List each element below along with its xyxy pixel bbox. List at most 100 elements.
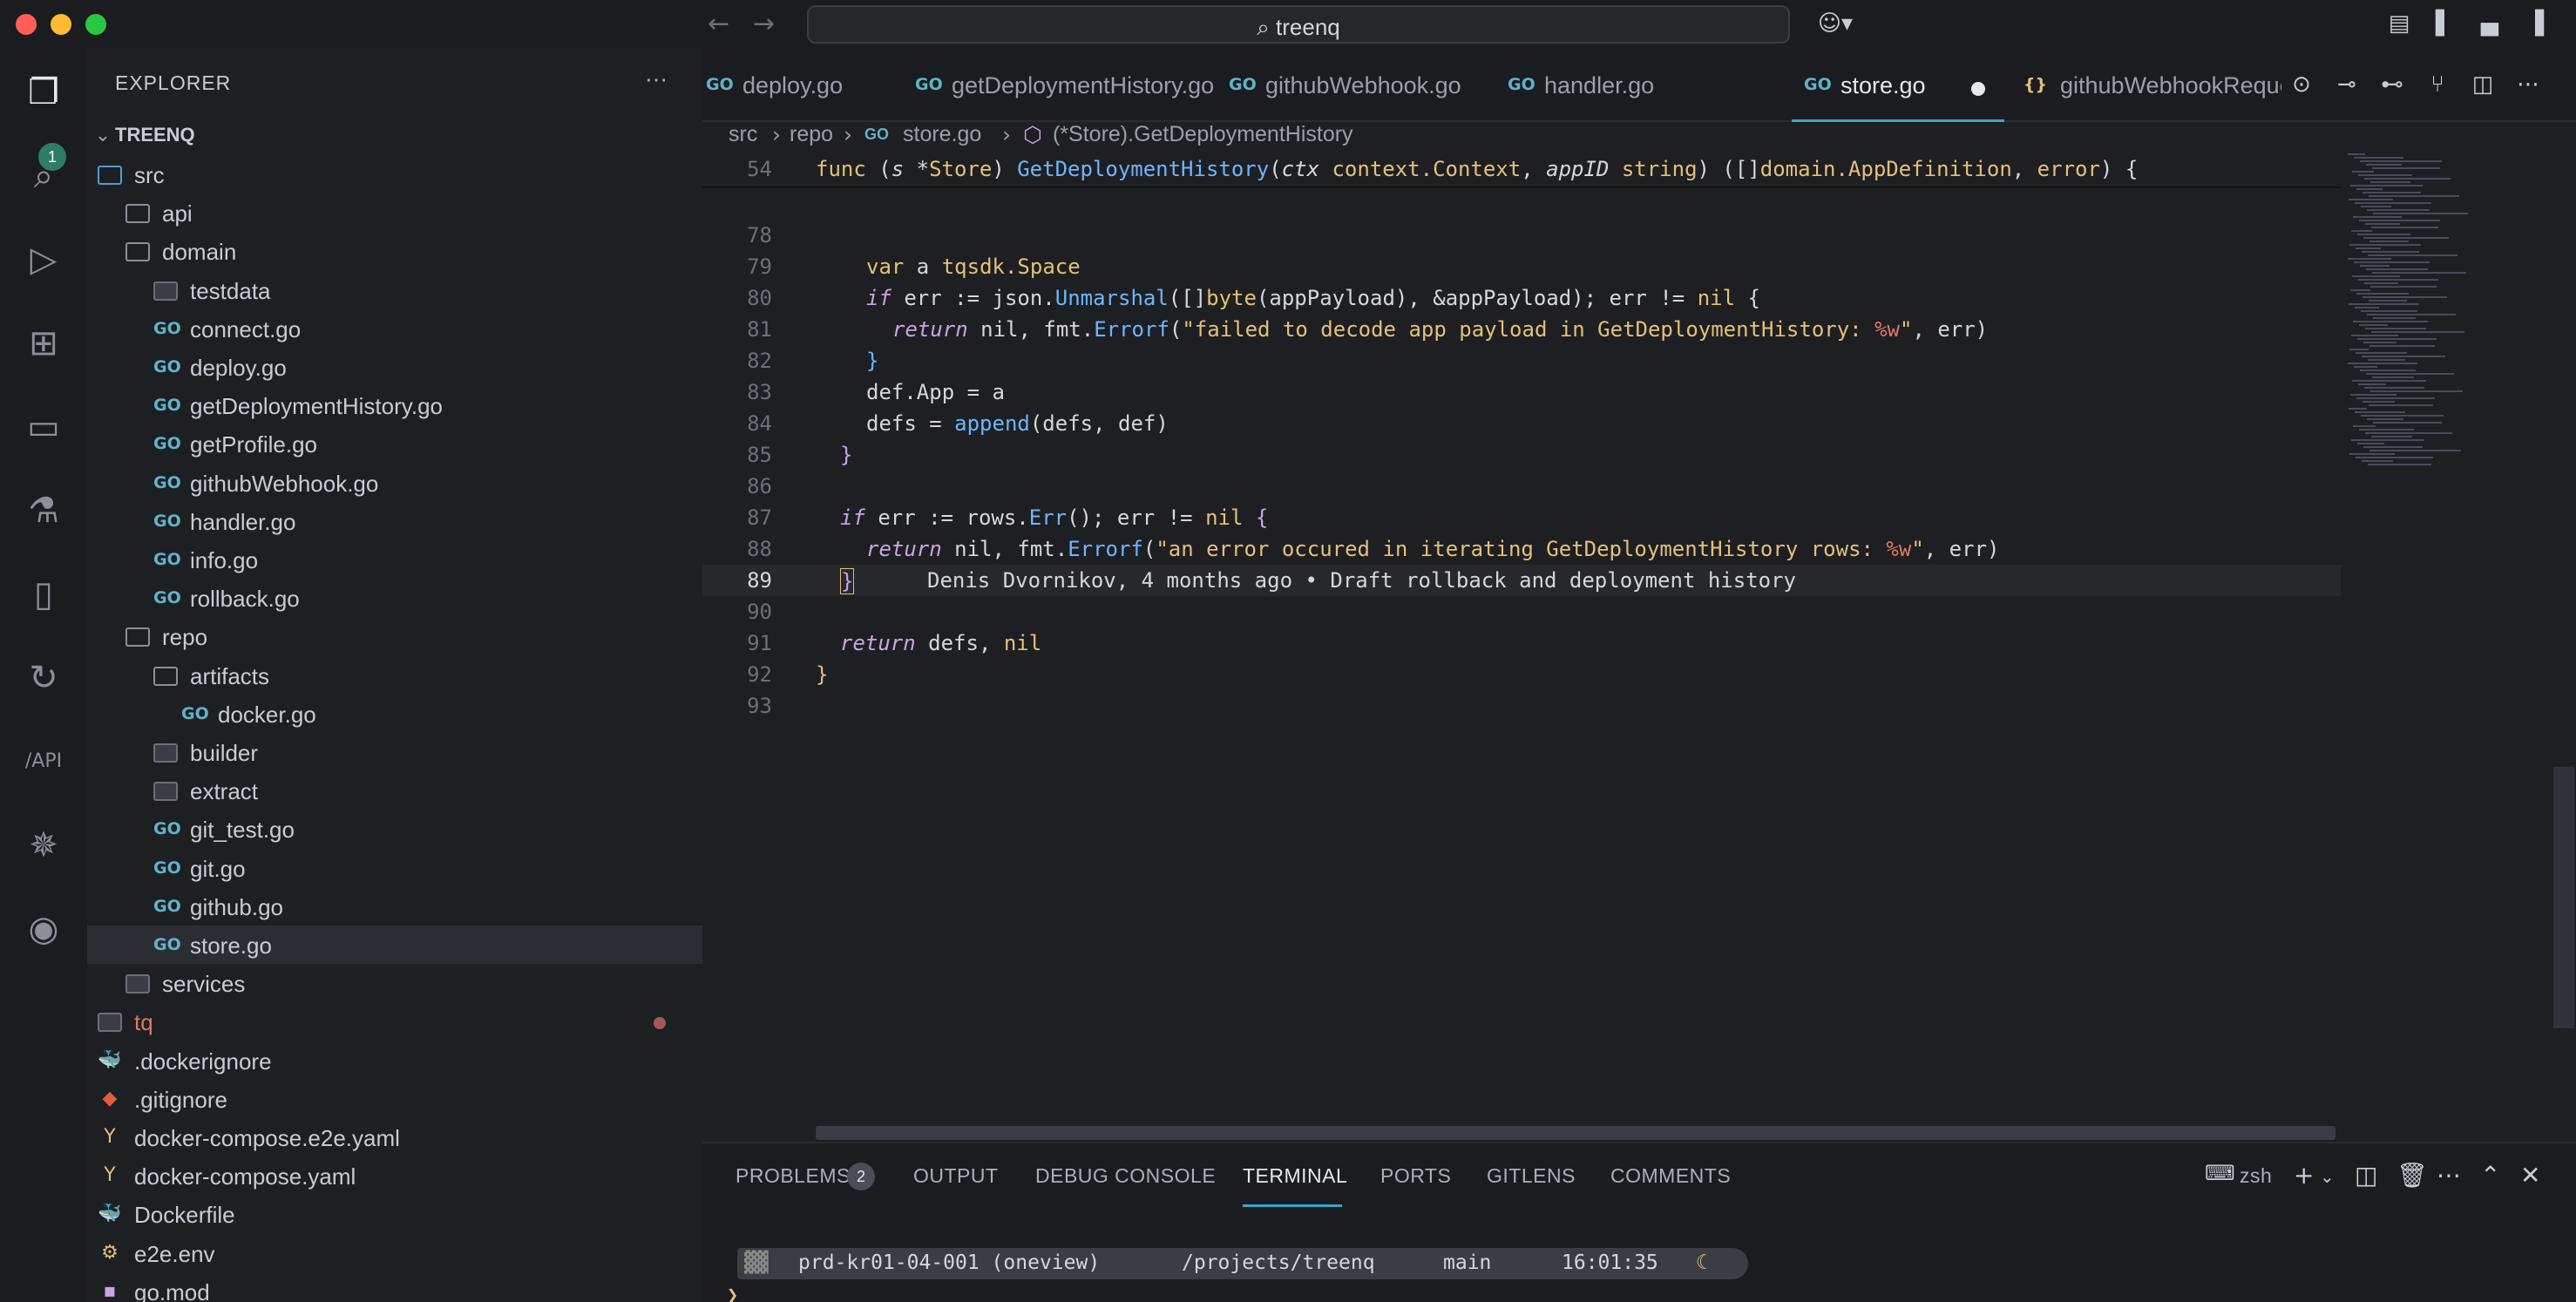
git-blame-annotation[interactable]: Denis Dvornikov, 4 months ago • Draft ro… [927,568,1796,593]
run-debug-icon[interactable]: ▷ [19,235,68,284]
tab-terminal[interactable]: TERMINAL [1243,1164,1347,1188]
breadcrumb-item[interactable]: store.go [903,122,981,147]
gitlens-icon[interactable]: ⑂ [2424,71,2451,98]
tree-item[interactable]: ◆ .gitignore [87,1080,702,1118]
tab-comments[interactable]: COMMENTS [1610,1164,1731,1188]
search-icon[interactable]: ⌕ [19,152,68,200]
code-editor[interactable]: 54 func (s *Store) GetDeploymentHistory(… [702,153,2576,1138]
split-terminal-icon[interactable]: ◫ [2355,1161,2377,1190]
split-editor-icon[interactable]: ◫ [2470,71,2496,98]
tab-getdeploymenthistory-go[interactable]: GO getDeploymentHistory.go [912,49,1214,122]
maximize-panel-icon[interactable]: ⌃ [2480,1161,2500,1190]
forward-arrow-icon[interactable]: → [753,9,775,39]
notebook-icon[interactable]: ▯ [19,570,68,619]
tree-item[interactable]: GO git_test.go [87,810,702,848]
tab-githubwebhookrequest-json[interactable]: {} githubWebhookReque [2020,49,2281,122]
tree-item[interactable]: ▪ go.mod [87,1272,702,1302]
minimap-line [2349,408,2367,410]
add-terminal-icon[interactable]: + [2294,1161,2314,1190]
tree-item[interactable]: GO handler.go [87,502,702,540]
github-icon[interactable]: ◉ [19,905,68,953]
git-commit-icon[interactable]: ⊸ [2334,71,2360,98]
current-line[interactable]: 89} Denis Dvornikov, 4 months ago • Draft… [702,565,2341,596]
kubernetes-icon[interactable]: ✵ [19,821,68,870]
breadcrumb-item[interactable]: (*Store).GetDeploymentHistory [1053,122,1353,147]
tree-item[interactable]: GO store.go [87,926,702,964]
toggle-primary-sidebar-icon[interactable]: ▌ [2431,10,2457,37]
tree-item[interactable]: artifacts [87,656,702,695]
toggle-secondary-sidebar-icon[interactable]: ▐ [2522,10,2548,37]
close-window-button[interactable] [16,14,37,35]
tab-problems[interactable]: PROBLEMS [736,1164,851,1188]
go-file-icon: GO [915,75,943,94]
copilot-icon[interactable]: ☺▾ [1813,10,1858,37]
zoom-window-button[interactable] [85,14,106,35]
minimap-line [2350,289,2370,291]
tree-item[interactable]: 🐳 .dockerignore [87,1041,702,1080]
tree-item[interactable]: repo [87,617,702,655]
tree-item[interactable]: GO getDeploymentHistory.go [87,386,702,424]
close-panel-icon[interactable]: ✕ [2520,1161,2540,1190]
tree-item[interactable]: GO git.go [87,849,702,887]
terminal-cursor-prompt[interactable]: ❯ [727,1285,738,1302]
git-next-icon[interactable]: ⊷ [2379,71,2405,98]
tree-item[interactable]: tq [87,1002,702,1041]
trash-icon[interactable]: 🗑 [2396,1161,2428,1190]
tree-item[interactable]: GO github.go [87,887,702,926]
terminal-shell-name[interactable]: zsh [2240,1164,2272,1188]
tree-item[interactable]: api [87,193,702,232]
tab-githubwebhook-go[interactable]: GO githubWebhook.go [1225,49,1487,122]
customize-layout-icon[interactable]: ▤ [2386,10,2412,37]
more-actions-icon[interactable]: ⋯ [645,66,668,93]
tab-gitlens[interactable]: GITLENS [1487,1164,1576,1188]
more-actions-icon[interactable]: ⋯ [2515,71,2541,98]
toggle-panel-icon[interactable]: ▄ [2477,10,2503,37]
tree-item[interactable]: testdata [87,271,702,309]
tab-debug-console[interactable]: DEBUG CONSOLE [1035,1164,1216,1188]
extensions-icon[interactable]: ⊞ [19,319,68,368]
minimize-window-button[interactable] [51,14,71,35]
tree-item[interactable]: GO rollback.go [87,579,702,617]
sticky-scroll-header[interactable]: 54 func (s *Store) GetDeploymentHistory(… [702,153,2341,188]
line-number: 88 [747,537,772,561]
tree-item[interactable]: Ydocker-compose.yaml [87,1156,702,1195]
tree-item[interactable]: GO info.go [87,540,702,579]
minimap[interactable] [2344,153,2553,485]
tree-item[interactable]: extract [87,771,702,810]
tree-item[interactable]: GO deploy.go [87,348,702,386]
tree-item[interactable]: 🐳 Dockerfile [87,1195,702,1233]
tree-item[interactable]: Ydocker-compose.e2e.yaml [87,1118,702,1156]
explorer-icon[interactable]: ❐ [19,68,68,117]
back-arrow-icon[interactable]: ← [708,9,729,39]
tab-output[interactable]: OUTPUT [913,1164,999,1188]
tree-item[interactable]: services [87,964,702,1002]
live-share-icon[interactable]: ↻ [19,654,68,702]
vertical-scrollbar[interactable] [2553,767,2574,1028]
tree-item[interactable]: GO connect.go [87,309,702,348]
workspace-root[interactable]: ⌄ TREENQ [87,117,702,155]
tree-item[interactable]: builder [87,733,702,771]
unsaved-dot-icon[interactable] [1971,82,1985,96]
testing-icon[interactable]: ⚗ [19,486,68,535]
chevron-down-icon[interactable]: ⌄ [2320,1166,2335,1187]
tab-ports[interactable]: PORTS [1380,1164,1451,1188]
tab-handler-go[interactable]: GO handler.go [1504,49,1713,122]
remote-explorer-icon[interactable]: ▭ [19,403,68,451]
git-compare-icon[interactable]: ⊙ [2288,71,2315,98]
tree-item[interactable]: ⚙ e2e.env [87,1234,702,1272]
tree-item[interactable]: domain [87,232,702,270]
tree-item[interactable]: src [87,155,702,193]
api-icon[interactable]: /API [19,737,68,786]
horizontal-scrollbar[interactable] [816,1126,2335,1140]
tree-item[interactable]: GO docker.go [87,695,702,733]
breadcrumb-item[interactable]: src [729,122,757,147]
tree-item[interactable]: GO getProfile.go [87,424,702,463]
tree-item[interactable]: GO githubWebhook.go [87,464,702,502]
command-center-search[interactable]: ⌕ treenq [807,5,1790,44]
more-actions-icon[interactable]: ⋯ [2437,1161,2461,1190]
terminal-prompt[interactable]: ▓▓ prd-kr01-04-001 (oneview) /projects/t… [737,1248,1748,1279]
terminal-icon[interactable]: ⌨ [2205,1161,2235,1185]
tab-store-go[interactable]: GO store.go [1792,49,2004,122]
tab-deploy-go[interactable]: GO deploy.go [702,49,894,122]
breadcrumb-item[interactable]: repo [790,122,833,147]
